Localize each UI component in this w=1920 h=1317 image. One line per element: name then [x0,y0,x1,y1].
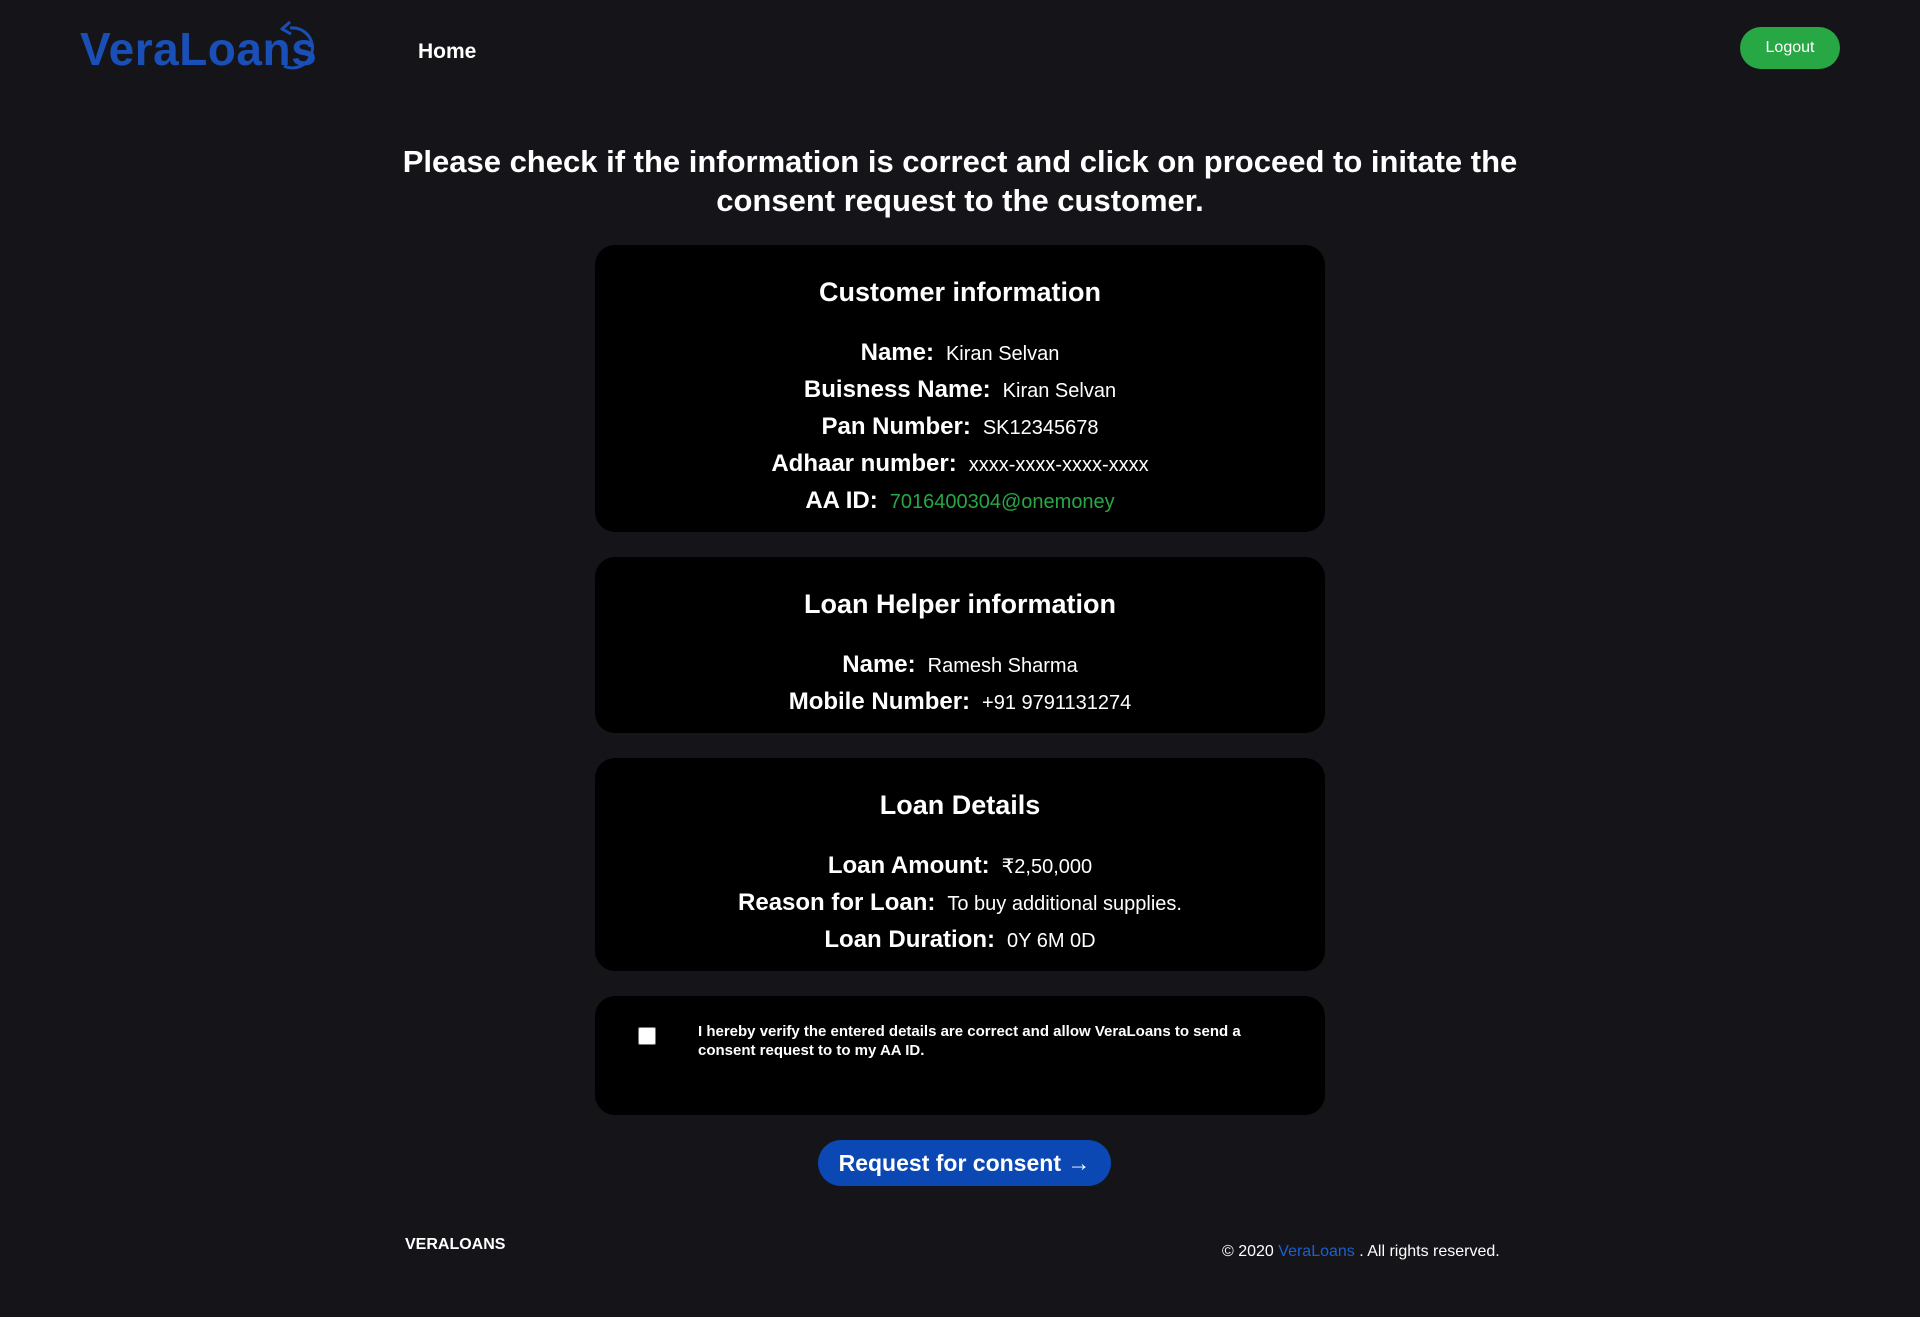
business-name-value: Kiran Selvan [1002,380,1117,402]
loan-details-title: Loan Details [879,790,1041,820]
adhaar-number-value: xxxx-xxxx-xxxx-xxxx [968,454,1149,476]
loan-helper-card: Loan Helper information Name: Ramesh Shar… [595,557,1325,733]
page: VeraLoans Home Logout Please check if th… [0,0,1920,1317]
helper-mobile-value: +91 9791131274 [982,692,1132,714]
footer-copyright: © 2020 VeraLoans . All rights reserved. [1222,1243,1500,1261]
customer-name-label: Name: [860,339,934,366]
business-name-row: Buisness Name: Kiran Selvan [595,371,1325,408]
loan-reason-value: To buy additional supplies. [947,893,1182,915]
copyright-suffix: . All rights reserved. [1354,1243,1500,1260]
aa-id-row: AA ID: 7016400304@onemoney [595,482,1325,519]
consent-text: I hereby verify the entered details are … [698,1023,1241,1059]
consent-card: I hereby verify the entered details are … [595,996,1325,1115]
nav-home-link[interactable]: Home [418,40,476,64]
loan-amount-label: Loan Amount: [827,852,990,879]
pan-number-row: Pan Number: SK12345678 [595,408,1325,445]
loan-amount-value: ₹2,50,000 [1001,856,1093,878]
customer-name-row: Name: Kiran Selvan [595,334,1325,371]
logout-button[interactable]: Logout [1740,27,1840,69]
customer-name-value: Kiran Selvan [945,343,1060,365]
loan-details-card: Loan Details Loan Amount: ₹2,50,000 Reaso… [595,758,1325,971]
loan-duration-row: Loan Duration: 0Y 6M 0D [595,921,1325,958]
request-consent-button[interactable]: Request for consent → [818,1140,1111,1186]
customer-info-title: Customer information [818,277,1101,307]
helper-mobile-row: Mobile Number: +91 9791131274 [595,683,1325,720]
helper-name-row: Name: Ramesh Sharma [595,646,1325,683]
pan-number-value: SK12345678 [982,417,1099,439]
business-name-label: Buisness Name: [803,376,991,403]
aa-id-label: AA ID: [805,487,878,514]
page-instruction: Please check if the information is corre… [402,144,1518,218]
footer-brand-link[interactable]: VeraLoans [1278,1243,1355,1260]
aa-id-value: 7016400304@onemoney [889,491,1115,513]
consent-checkbox[interactable] [638,1027,656,1045]
loan-reason-label: Reason for Loan: [738,889,936,916]
helper-name-label: Name: [842,651,916,678]
adhaar-number-row: Adhaar number: xxxx-xxxx-xxxx-xxxx [595,445,1325,482]
logo-arrow-icon [280,20,314,70]
loan-duration-label: Loan Duration: [824,926,996,953]
loan-helper-title: Loan Helper information [803,589,1117,619]
adhaar-number-label: Adhaar number: [771,450,957,477]
top-navbar: VeraLoans Home Logout [0,0,1920,100]
helper-mobile-label: Mobile Number: [788,688,971,715]
loan-duration-value: 0Y 6M 0D [1007,930,1096,952]
customer-info-card: Customer information Name: Kiran Selvan B… [595,245,1325,532]
loan-amount-row: Loan Amount: ₹2,50,000 [595,847,1325,884]
helper-name-value: Ramesh Sharma [927,655,1078,677]
copyright-prefix: © 2020 [1222,1243,1279,1260]
pan-number-label: Pan Number: [821,413,971,440]
loan-reason-row: Reason for Loan: To buy additional suppli… [595,884,1325,921]
footer-brand: VERALOANS [405,1236,506,1253]
